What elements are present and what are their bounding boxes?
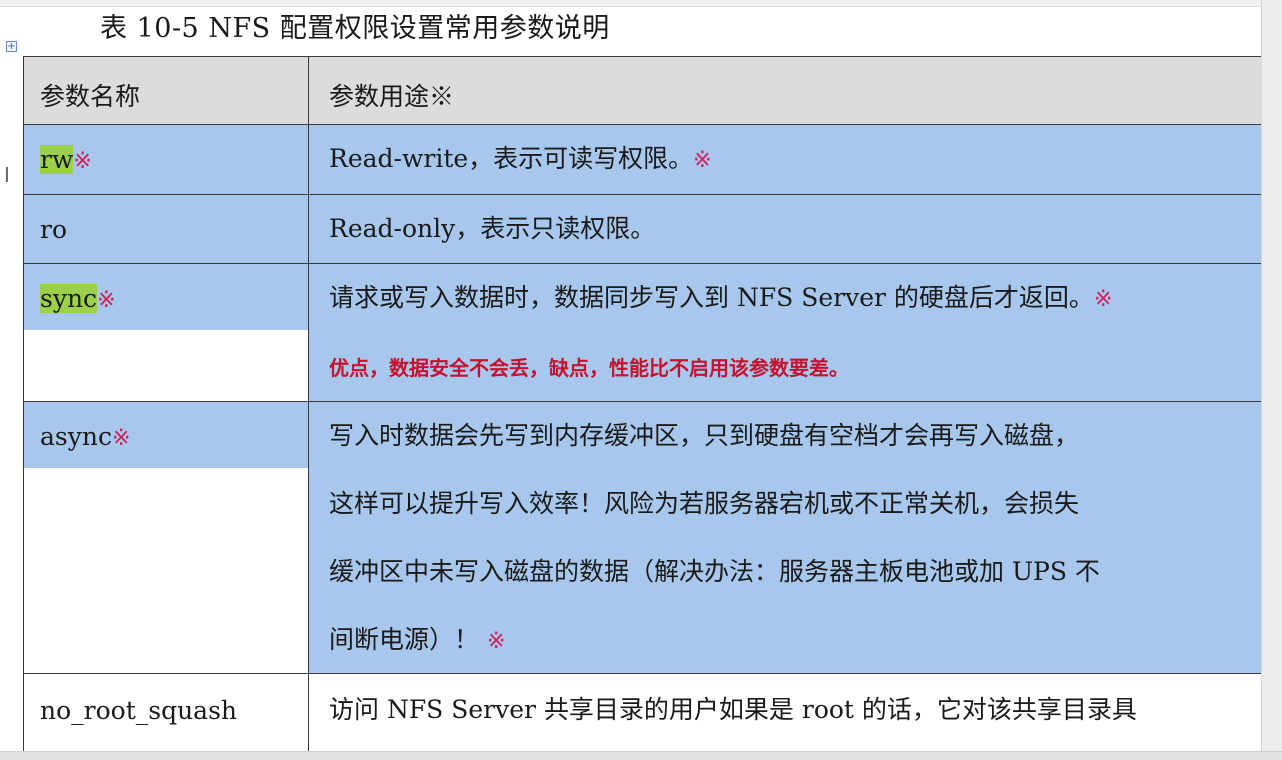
- param-name-cell[interactable]: no_root_squash: [23, 673, 309, 754]
- nfs-params-table: 参数名称 参数用途※ rw※ Read-write，表示可读写权限。※ ro R…: [23, 56, 1266, 754]
- param-desc: Read-only，表示只读权限。: [329, 214, 656, 243]
- ref-mark-icon: ※: [486, 629, 506, 654]
- param-name: async※: [40, 422, 131, 451]
- table-row: rw※ Read-write，表示可读写权限。※: [23, 124, 1266, 195]
- table-row: no_root_squash 访问 NFS Server 共享目录的用户如果是 …: [23, 673, 1266, 754]
- header-cell-name: 参数名称: [23, 56, 309, 125]
- table-move-handle-icon[interactable]: +: [6, 41, 17, 52]
- param-desc-cell[interactable]: 访问 NFS Server 共享目录的用户如果是 root 的话，它对该共享目录…: [308, 673, 1266, 754]
- header-use-label: 参数用途※: [329, 82, 455, 111]
- ref-mark-icon: ※: [73, 149, 92, 174]
- ref-mark-icon: ※: [97, 288, 116, 313]
- param-desc-cell[interactable]: 请求或写入数据时，数据同步写入到 NFS Server 的硬盘后才返回。※ 优点…: [308, 263, 1266, 402]
- param-desc-cell[interactable]: Read-only，表示只读权限。: [308, 194, 1266, 264]
- ref-mark-icon: ※: [1093, 287, 1113, 312]
- desc-line: 间断电源）！ ※: [329, 625, 506, 654]
- table-caption: 表 10-5 NFS 配置权限设置常用参数说明: [100, 13, 610, 44]
- param-desc-cell[interactable]: 写入时数据会先写到内存缓冲区，只到硬盘有空档才会再写入磁盘， 这样可以提升写入效…: [308, 401, 1266, 676]
- desc-line: 这样可以提升写入效率！风险为若服务器宕机或不正常关机，会损失: [329, 489, 1080, 518]
- param-desc: 访问 NFS Server 共享目录的用户如果是 root 的话，它对该共享目录…: [329, 695, 1137, 724]
- horizontal-scrollbar[interactable]: [0, 751, 1282, 760]
- text-cursor-icon: I: [4, 163, 10, 187]
- header-cell-use: 参数用途※: [308, 56, 1266, 125]
- param-desc: 请求或写入数据时，数据同步写入到 NFS Server 的硬盘后才返回。※: [329, 283, 1113, 312]
- document-page: 表 10-5 NFS 配置权限设置常用参数说明 + I 参数名称 参数用途※ r…: [0, 0, 1282, 760]
- param-desc: Read-write，表示可读写权限。※: [329, 144, 712, 173]
- param-name-cell[interactable]: async※: [23, 401, 309, 674]
- header-name-label: 参数名称: [40, 82, 141, 111]
- table-row: ro Read-only，表示只读权限。: [23, 194, 1266, 264]
- desc-line: 缓冲区中未写入磁盘的数据（解决办法：服务器主板电池或加 UPS 不: [329, 557, 1100, 586]
- ref-mark-icon: ※: [111, 426, 131, 451]
- vertical-scrollbar[interactable]: [1261, 0, 1282, 760]
- ref-mark-icon: ※: [693, 148, 712, 173]
- param-name: no_root_squash: [40, 696, 238, 725]
- param-note: 优点，数据安全不会丢，缺点，性能比不启用该参数要差。: [329, 356, 849, 380]
- table-header-row: 参数名称 参数用途※: [23, 56, 1266, 125]
- param-name-cell[interactable]: rw※: [23, 124, 309, 195]
- param-name-cell[interactable]: sync※: [23, 263, 309, 402]
- param-name: sync※: [40, 284, 116, 313]
- param-name: rw※: [40, 145, 92, 174]
- param-desc: 写入时数据会先写到内存缓冲区，只到硬盘有空档才会再写入磁盘， 这样可以提升写入效…: [329, 402, 1253, 676]
- desc-line: 写入时数据会先写到内存缓冲区，只到硬盘有空档才会再写入磁盘，: [329, 421, 1080, 450]
- table-row: sync※ 请求或写入数据时，数据同步写入到 NFS Server 的硬盘后才返…: [23, 263, 1266, 402]
- param-desc-cell[interactable]: Read-write，表示可读写权限。※: [308, 124, 1266, 195]
- param-name: ro: [40, 215, 68, 244]
- table-row: async※ 写入时数据会先写到内存缓冲区，只到硬盘有空档才会再写入磁盘， 这样…: [23, 401, 1266, 676]
- param-name-cell[interactable]: ro: [23, 194, 309, 264]
